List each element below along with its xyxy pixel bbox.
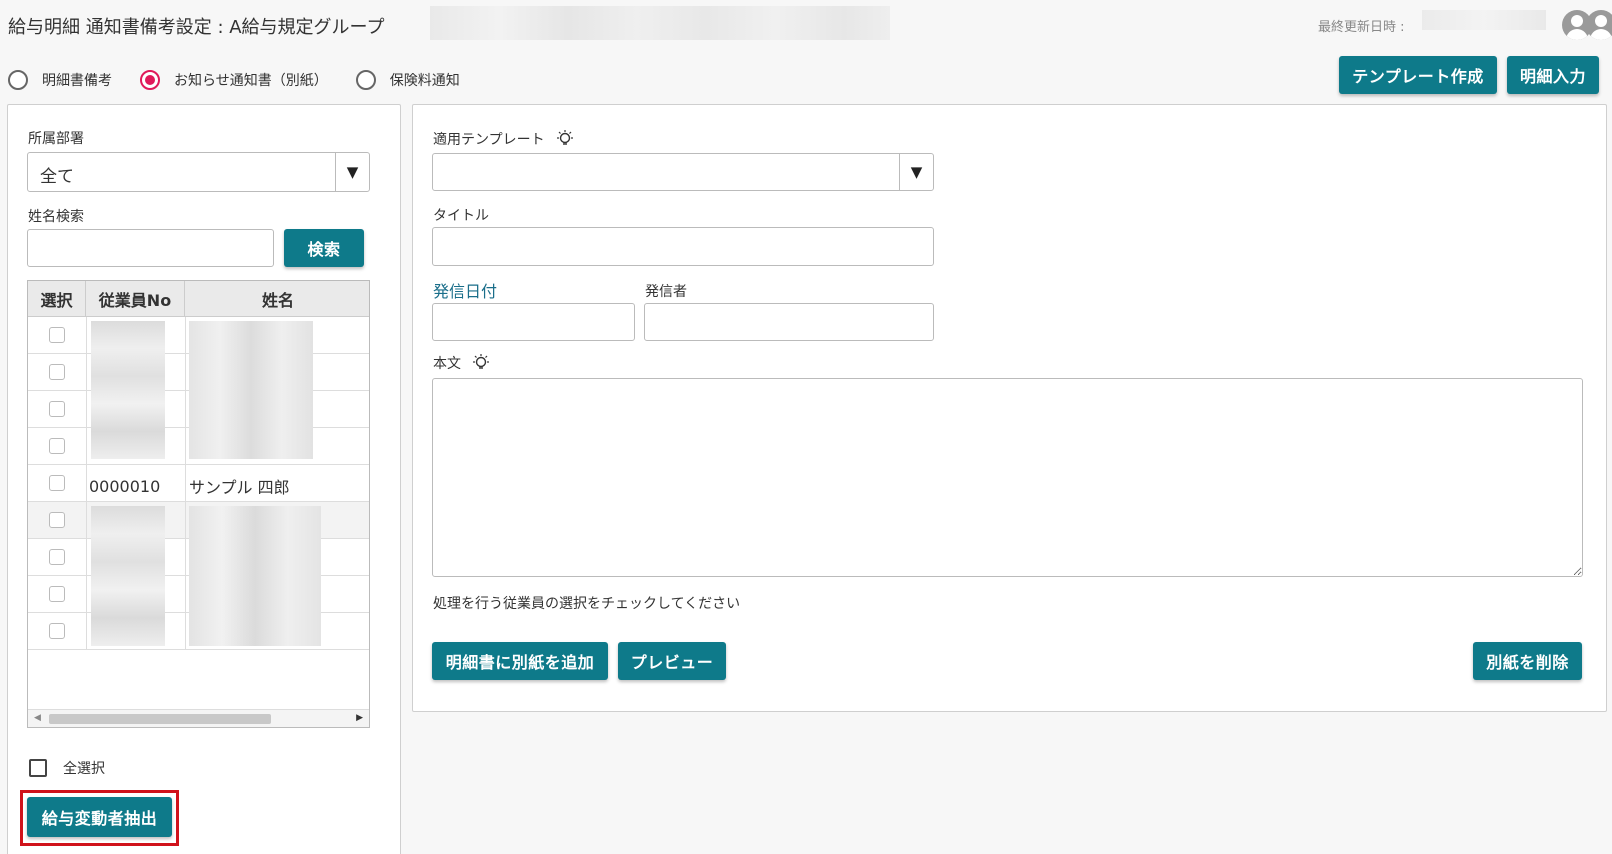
extract-changed-employees-button[interactable]: 給与変動者抽出 (27, 797, 172, 837)
radio-label: 保険料通知 (389, 73, 460, 89)
title-input[interactable] (432, 227, 934, 266)
select-all-label: 全選択 (63, 761, 105, 777)
header: 給与明細 通知書備考設定 : A給与規定グループ 最終更新日時 : (0, 0, 1612, 48)
name-search-label: 姓名検索 (28, 209, 84, 225)
scroll-left-arrow-icon[interactable]: ◀ (34, 713, 41, 723)
scroll-right-arrow-icon[interactable]: ▶ (356, 713, 363, 723)
template-label: 適用テンプレート (433, 132, 545, 148)
lightbulb-hint-icon[interactable] (555, 129, 575, 149)
date-input[interactable] (432, 303, 635, 341)
row-checkbox[interactable] (49, 586, 65, 602)
redacted-group-name (430, 6, 890, 40)
radio-button-icon[interactable] (355, 70, 376, 90)
redacted-employee-no (91, 321, 165, 459)
name-search-input[interactable] (27, 229, 274, 267)
template-select[interactable]: ▼ (432, 153, 934, 191)
sender-input[interactable] (644, 303, 934, 341)
table-row[interactable]: 0000010 サンプル 四郎 (28, 465, 369, 502)
page-title: 給与明細 通知書備考設定 : A給与規定グループ (8, 17, 385, 38)
radio-label: お知らせ通知書（別紙） (174, 73, 328, 89)
row-checkbox[interactable] (49, 364, 65, 380)
lightbulb-hint-icon[interactable] (471, 353, 491, 373)
radio-label: 明細書備考 (42, 73, 112, 89)
sender-label: 発信者 (645, 284, 687, 300)
radio-insurance-notice[interactable]: 保険料通知 (355, 70, 460, 90)
employee-name-cell: サンプル 四郎 (189, 478, 290, 497)
department-label: 所属部署 (28, 131, 84, 147)
last-updated-label: 最終更新日時 : (1318, 20, 1405, 35)
row-checkbox[interactable] (49, 549, 65, 565)
checkbox-icon[interactable] (29, 759, 47, 777)
search-button[interactable]: 検索 (284, 229, 364, 267)
redacted-employee-name (189, 506, 321, 646)
radio-button-selected-icon[interactable] (140, 70, 160, 90)
dropdown-arrow-icon[interactable]: ▼ (899, 154, 933, 190)
add-attachment-button[interactable]: 明細書に別紙を追加 (432, 642, 608, 680)
title-label: タイトル (433, 208, 489, 224)
employee-no-cell: 0000010 (89, 477, 161, 496)
row-checkbox[interactable] (49, 512, 65, 528)
table-header: 選択 従業員No 姓名 (28, 281, 369, 317)
template-label-row: 適用テンプレート (433, 129, 575, 149)
horizontal-scrollbar[interactable]: ◀ ▶ (28, 709, 369, 727)
redacted-employee-name (189, 321, 313, 459)
department-select-value: 全て (40, 167, 74, 187)
date-label: 発信日付 (433, 282, 498, 301)
instruction-text: 処理を行う従業員の選択をチェックしてください (433, 596, 741, 612)
redacted-last-updated (1422, 10, 1546, 30)
column-header-employee-no[interactable]: 従業員No (86, 281, 185, 317)
user-avatar-icon[interactable] (1586, 10, 1612, 40)
notice-type-radio-group: 明細書備考 お知らせ通知書（別紙） 保険料通知 (8, 68, 488, 92)
row-checkbox[interactable] (49, 623, 65, 639)
employee-table: 選択 従業員No 姓名 0000010 サンプル 四郎 ◀ ▶ (27, 280, 370, 728)
select-all-checkbox[interactable]: 全選択 (29, 758, 105, 778)
radio-notice-attachment[interactable]: お知らせ通知書（別紙） (140, 70, 328, 90)
scrollbar-thumb[interactable] (49, 714, 271, 724)
body-label: 本文 (433, 356, 461, 372)
radio-button-icon[interactable] (8, 70, 28, 90)
delete-attachment-button[interactable]: 別紙を削除 (1473, 642, 1582, 680)
column-header-name[interactable]: 姓名 (185, 281, 369, 317)
column-header-select[interactable]: 選択 (28, 281, 86, 317)
row-checkbox[interactable] (49, 327, 65, 343)
body-label-row: 本文 (433, 353, 491, 373)
department-select[interactable]: 全て ▼ (27, 152, 370, 192)
detail-input-button[interactable]: 明細入力 (1507, 56, 1599, 94)
row-checkbox[interactable] (49, 401, 65, 417)
redacted-employee-no (91, 506, 165, 646)
preview-button[interactable]: プレビュー (618, 642, 726, 680)
create-template-button[interactable]: テンプレート作成 (1339, 56, 1497, 94)
dropdown-arrow-icon[interactable]: ▼ (335, 153, 369, 191)
body-textarea[interactable] (432, 378, 1583, 577)
row-checkbox[interactable] (49, 475, 65, 491)
row-checkbox[interactable] (49, 438, 65, 454)
radio-statement-remarks[interactable]: 明細書備考 (8, 70, 112, 90)
